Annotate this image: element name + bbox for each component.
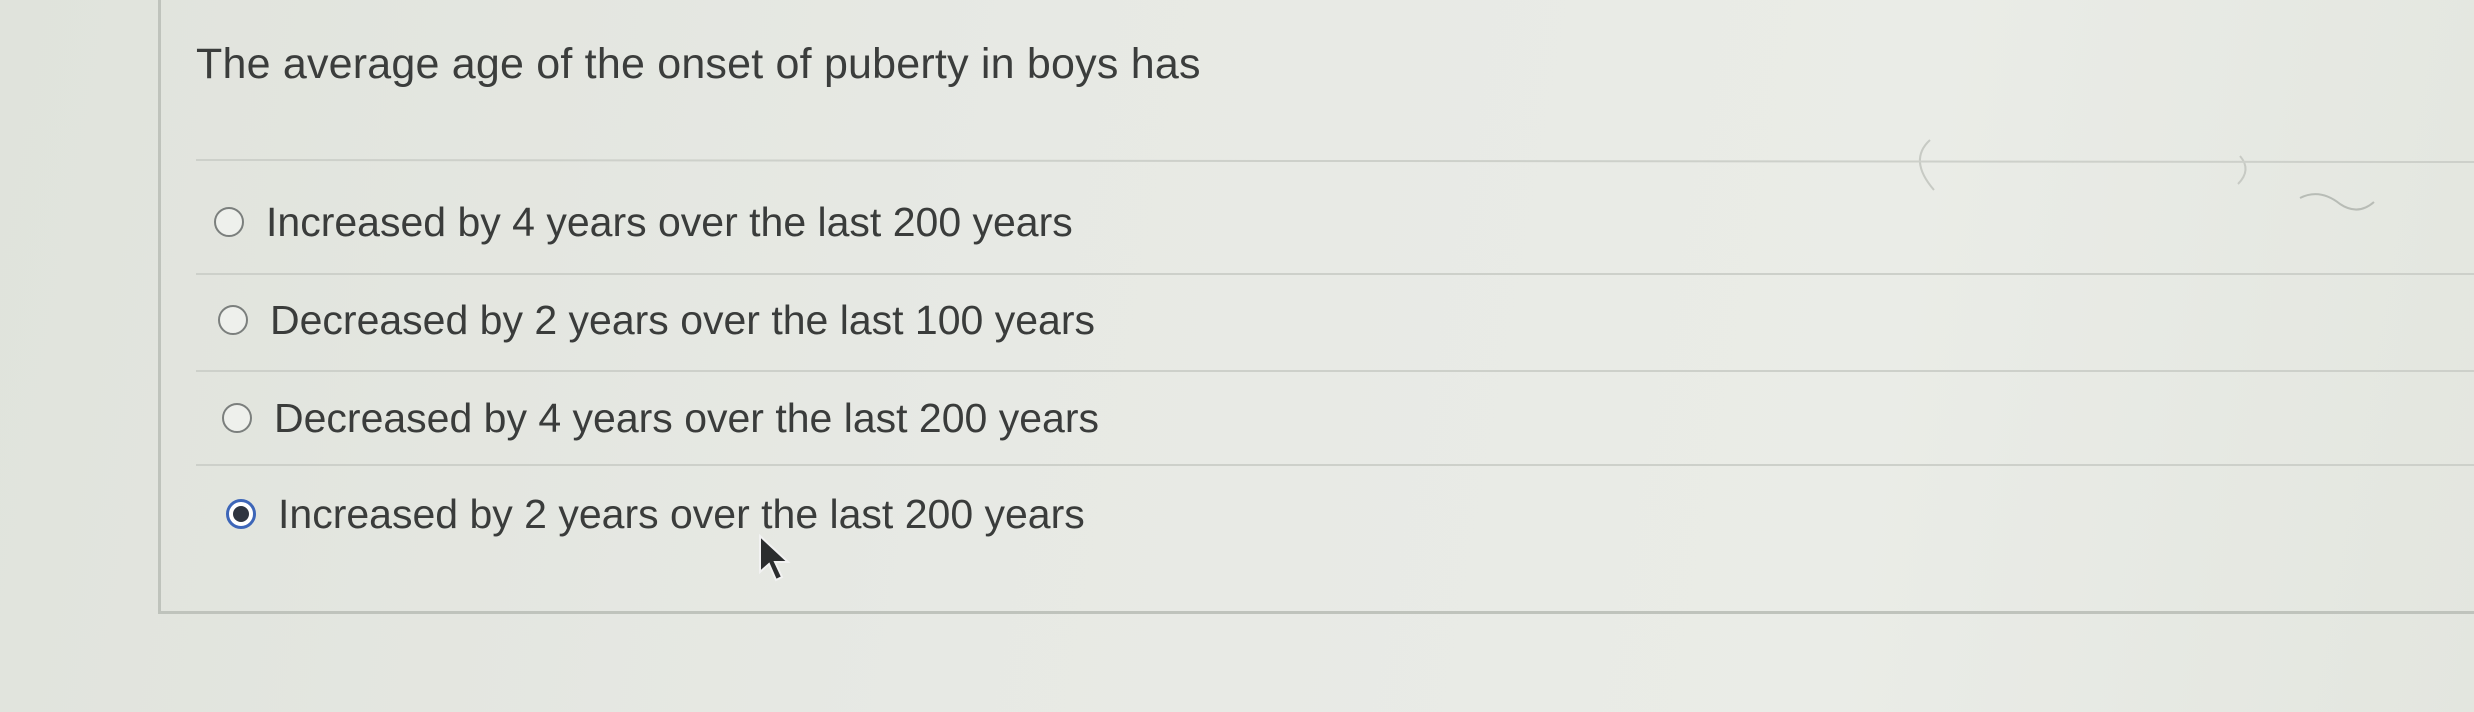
answer-option-2[interactable]: Decreased by 2 years over the last 100 y… <box>218 290 1095 350</box>
answer-option-4[interactable]: Increased by 2 years over the last 200 y… <box>226 484 1085 544</box>
mouse-pointer-icon <box>759 534 791 582</box>
divider-1 <box>196 273 2474 275</box>
answer-option-1[interactable]: Increased by 4 years over the last 200 y… <box>214 192 1073 252</box>
divider-3 <box>196 464 2474 466</box>
radio-checked-icon[interactable] <box>226 499 256 529</box>
radio-unchecked-icon[interactable] <box>218 305 248 335</box>
radio-unchecked-icon[interactable] <box>222 403 252 433</box>
answer-option-label: Increased by 2 years over the last 200 y… <box>278 490 1085 537</box>
screen: The average age of the onset of puberty … <box>0 0 2474 712</box>
question-prompt: The average age of the onset of puberty … <box>196 40 1201 88</box>
radio-unchecked-icon[interactable] <box>214 207 244 237</box>
answer-option-3[interactable]: Decreased by 4 years over the last 200 y… <box>222 388 1099 448</box>
answer-option-label: Increased by 4 years over the last 200 y… <box>266 198 1073 245</box>
pencil-marks <box>1919 139 2375 211</box>
divider-2 <box>196 370 2474 372</box>
answer-option-label: Decreased by 2 years over the last 100 y… <box>270 296 1095 343</box>
answer-option-label: Decreased by 4 years over the last 200 y… <box>274 394 1099 441</box>
